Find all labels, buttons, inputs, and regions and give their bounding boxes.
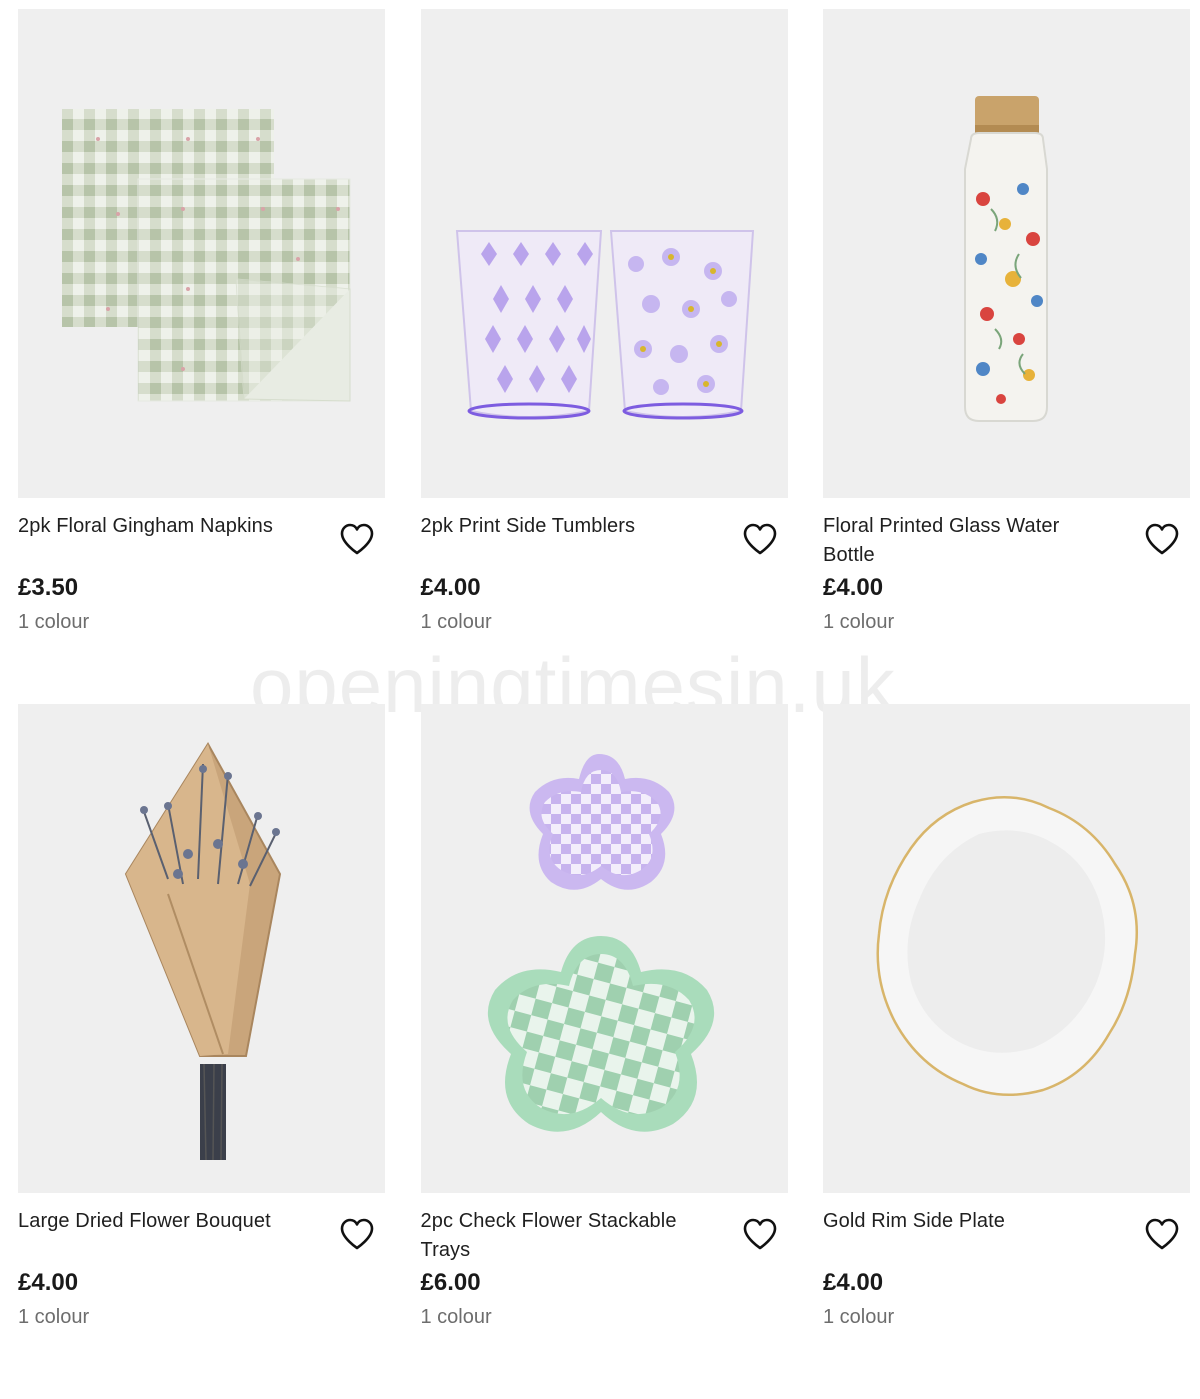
heart-outline-icon [340,523,374,555]
favourite-button[interactable] [742,522,778,556]
product-name[interactable]: Large Dried Flower Bouquet [18,1207,308,1265]
product-name[interactable]: Floral Printed Glass Water Bottle [823,512,1113,570]
product-name[interactable]: Gold Rim Side Plate [823,1207,1113,1265]
favourite-button[interactable] [742,1217,778,1251]
flower-trays-image [487,754,714,1132]
favourite-button[interactable] [1144,1217,1180,1251]
product-image[interactable] [18,704,385,1193]
favourite-button[interactable] [339,522,375,556]
product-card: 2pc Check Flower Stackable Trays £6.00 1… [420,704,788,1399]
product-colour-count: 1 colour [18,1306,90,1328]
product-card: Gold Rim Side Plate £4.00 1 colour [823,704,1190,1399]
heart-outline-icon [1145,523,1179,555]
favourite-button[interactable] [1144,522,1180,556]
product-image[interactable] [823,704,1190,1193]
product-name[interactable]: 2pk Floral Gingham Napkins [18,512,308,570]
water-bottle-image [964,96,1048,422]
product-image[interactable] [823,9,1190,498]
product-image[interactable] [420,704,788,1193]
product-grid: 2pk Floral Gingham Napkins £3.50 1 colou… [18,9,1190,1399]
heart-outline-icon [1145,1218,1179,1250]
tumblers-image [455,230,754,420]
heart-outline-icon [743,1218,776,1250]
product-colour-count: 1 colour [823,611,895,633]
product-price: £4.00 [420,574,481,601]
side-plate-image [876,796,1139,1097]
product-colour-count: 1 colour [18,611,90,633]
product-price: £4.00 [18,1269,79,1296]
flower-bouquet-image [124,742,282,1161]
gingham-napkins-image [62,109,351,402]
product-name[interactable]: 2pk Print Side Tumblers [421,512,711,570]
product-name[interactable]: 2pc Check Flower Stackable Trays [421,1207,711,1265]
product-image[interactable] [420,9,788,498]
product-price: £4.00 [823,574,884,601]
product-colour-count: 1 colour [420,611,492,633]
product-card: 2pk Floral Gingham Napkins £3.50 1 colou… [18,9,385,704]
product-colour-count: 1 colour [823,1306,895,1328]
product-card: Floral Printed Glass Water Bottle £4.00 … [823,9,1190,704]
heart-outline-icon [743,523,776,555]
product-price: £3.50 [18,574,79,601]
product-image[interactable] [18,9,385,498]
heart-outline-icon [340,1218,374,1250]
favourite-button[interactable] [339,1217,375,1251]
product-colour-count: 1 colour [420,1306,492,1328]
product-card: 2pk Print Side Tumblers £4.00 1 colour [420,9,788,704]
product-card: Large Dried Flower Bouquet £4.00 1 colou… [18,704,385,1399]
product-price: £4.00 [823,1269,884,1296]
product-price: £6.00 [420,1269,481,1296]
